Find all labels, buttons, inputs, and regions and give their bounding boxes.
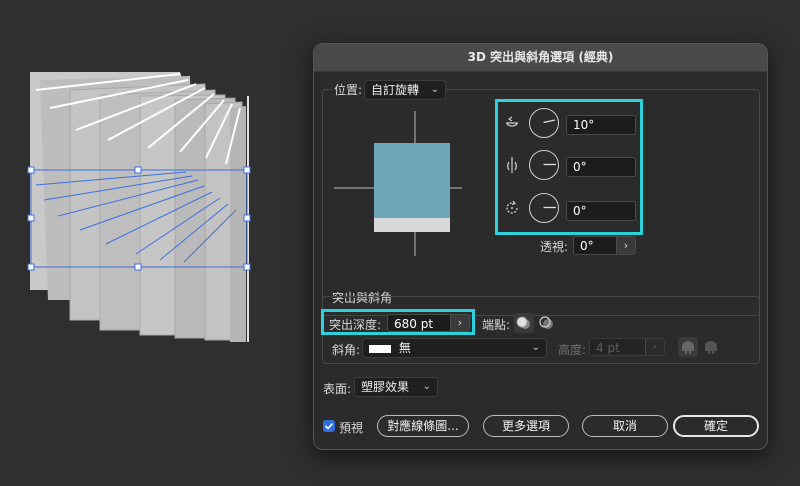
- bevel-dropdown-value: 無: [398, 341, 411, 355]
- bevel-in-button: [701, 337, 721, 357]
- artwork-canvas[interactable]: [0, 0, 300, 486]
- height-stepper: ›: [645, 339, 664, 355]
- position-dropdown[interactable]: 自訂旋轉 ⌄: [364, 80, 446, 100]
- 3d-extrude-bevel-dialog: 3D 突出與斜角選項 (經典) 位置: 自訂旋轉 ⌄ 10° 0° 0° 透視:…: [313, 43, 768, 450]
- y-rotation-input[interactable]: 0°: [566, 157, 636, 177]
- cap-label: 端點:: [482, 318, 511, 332]
- x-axis-rotate-icon: [506, 116, 518, 127]
- selection-handle: [27, 263, 35, 271]
- dialog-title: 3D 突出與斜角選項 (經典): [314, 44, 767, 72]
- ok-button[interactable]: 確定: [673, 415, 759, 437]
- extrude-depth-value: 680 pt: [394, 317, 434, 331]
- preview-checkbox[interactable]: [323, 420, 335, 432]
- position-label: 位置:: [332, 81, 365, 98]
- cancel-button[interactable]: 取消: [582, 415, 668, 437]
- height-value: 4 pt: [596, 341, 620, 355]
- x-rotation-dial[interactable]: [529, 108, 559, 138]
- extruded-book-shape: [30, 72, 249, 342]
- bevel-dropdown[interactable]: 無 ⌄: [362, 338, 547, 358]
- bevel-out-icon: [682, 341, 694, 354]
- extrude-depth-input[interactable]: 680 pt ›: [387, 314, 470, 332]
- surface-label: 表面:: [323, 382, 352, 396]
- perspective-label: 透視:: [540, 240, 569, 254]
- chevron-down-icon: ⌄: [430, 84, 439, 95]
- selection-handle: [134, 263, 142, 271]
- cap-off-icon: [539, 316, 553, 329]
- cap-off-button[interactable]: [537, 313, 557, 333]
- selection-handle: [243, 263, 251, 271]
- surface-dropdown-value: 塑膠效果: [361, 380, 410, 394]
- z-rotation-dial[interactable]: [529, 193, 559, 223]
- z-axis-rotate-icon: [506, 200, 518, 214]
- selection-handle: [27, 166, 35, 174]
- selection-handle: [27, 214, 35, 222]
- checkmark-icon: [324, 422, 334, 430]
- extrude-depth-stepper[interactable]: ›: [450, 315, 469, 331]
- z-rotation-input[interactable]: 0°: [566, 201, 636, 221]
- y-rotation-dial[interactable]: [529, 150, 559, 180]
- rotation-cube-preview[interactable]: [332, 106, 462, 266]
- y-axis-rotate-icon: [507, 157, 517, 173]
- cube-bottom-face: [374, 218, 450, 232]
- selection-handle: [134, 166, 142, 174]
- cap-on-button[interactable]: [514, 313, 534, 333]
- perspective-input[interactable]: 0° ›: [573, 236, 636, 255]
- surface-dropdown[interactable]: 塑膠效果 ⌄: [354, 377, 438, 397]
- chevron-down-icon: ⌄: [422, 381, 431, 392]
- preview-label: 預視: [339, 421, 364, 435]
- x-rotation-input[interactable]: 10°: [566, 115, 636, 135]
- perspective-stepper[interactable]: ›: [616, 237, 635, 254]
- height-input: 4 pt ›: [589, 338, 665, 356]
- cap-on-icon: [516, 316, 530, 329]
- cube-front-face: [374, 143, 450, 218]
- map-art-button[interactable]: 對應線條圖...: [377, 415, 469, 437]
- selection-handle: [243, 166, 251, 174]
- selection-handle: [243, 214, 251, 222]
- bevel-out-button: [678, 337, 698, 357]
- bevel-label: 斜角:: [332, 343, 361, 357]
- more-options-button[interactable]: 更多選項: [483, 415, 569, 437]
- perspective-value: 0°: [580, 239, 594, 253]
- bevel-in-icon: [705, 341, 717, 354]
- chevron-down-icon: ⌄: [531, 342, 540, 353]
- height-label: 高度:: [558, 343, 587, 357]
- position-dropdown-value: 自訂旋轉: [371, 83, 420, 97]
- extrude-depth-label: 突出深度:: [329, 318, 382, 332]
- bevel-swatch: [369, 344, 391, 353]
